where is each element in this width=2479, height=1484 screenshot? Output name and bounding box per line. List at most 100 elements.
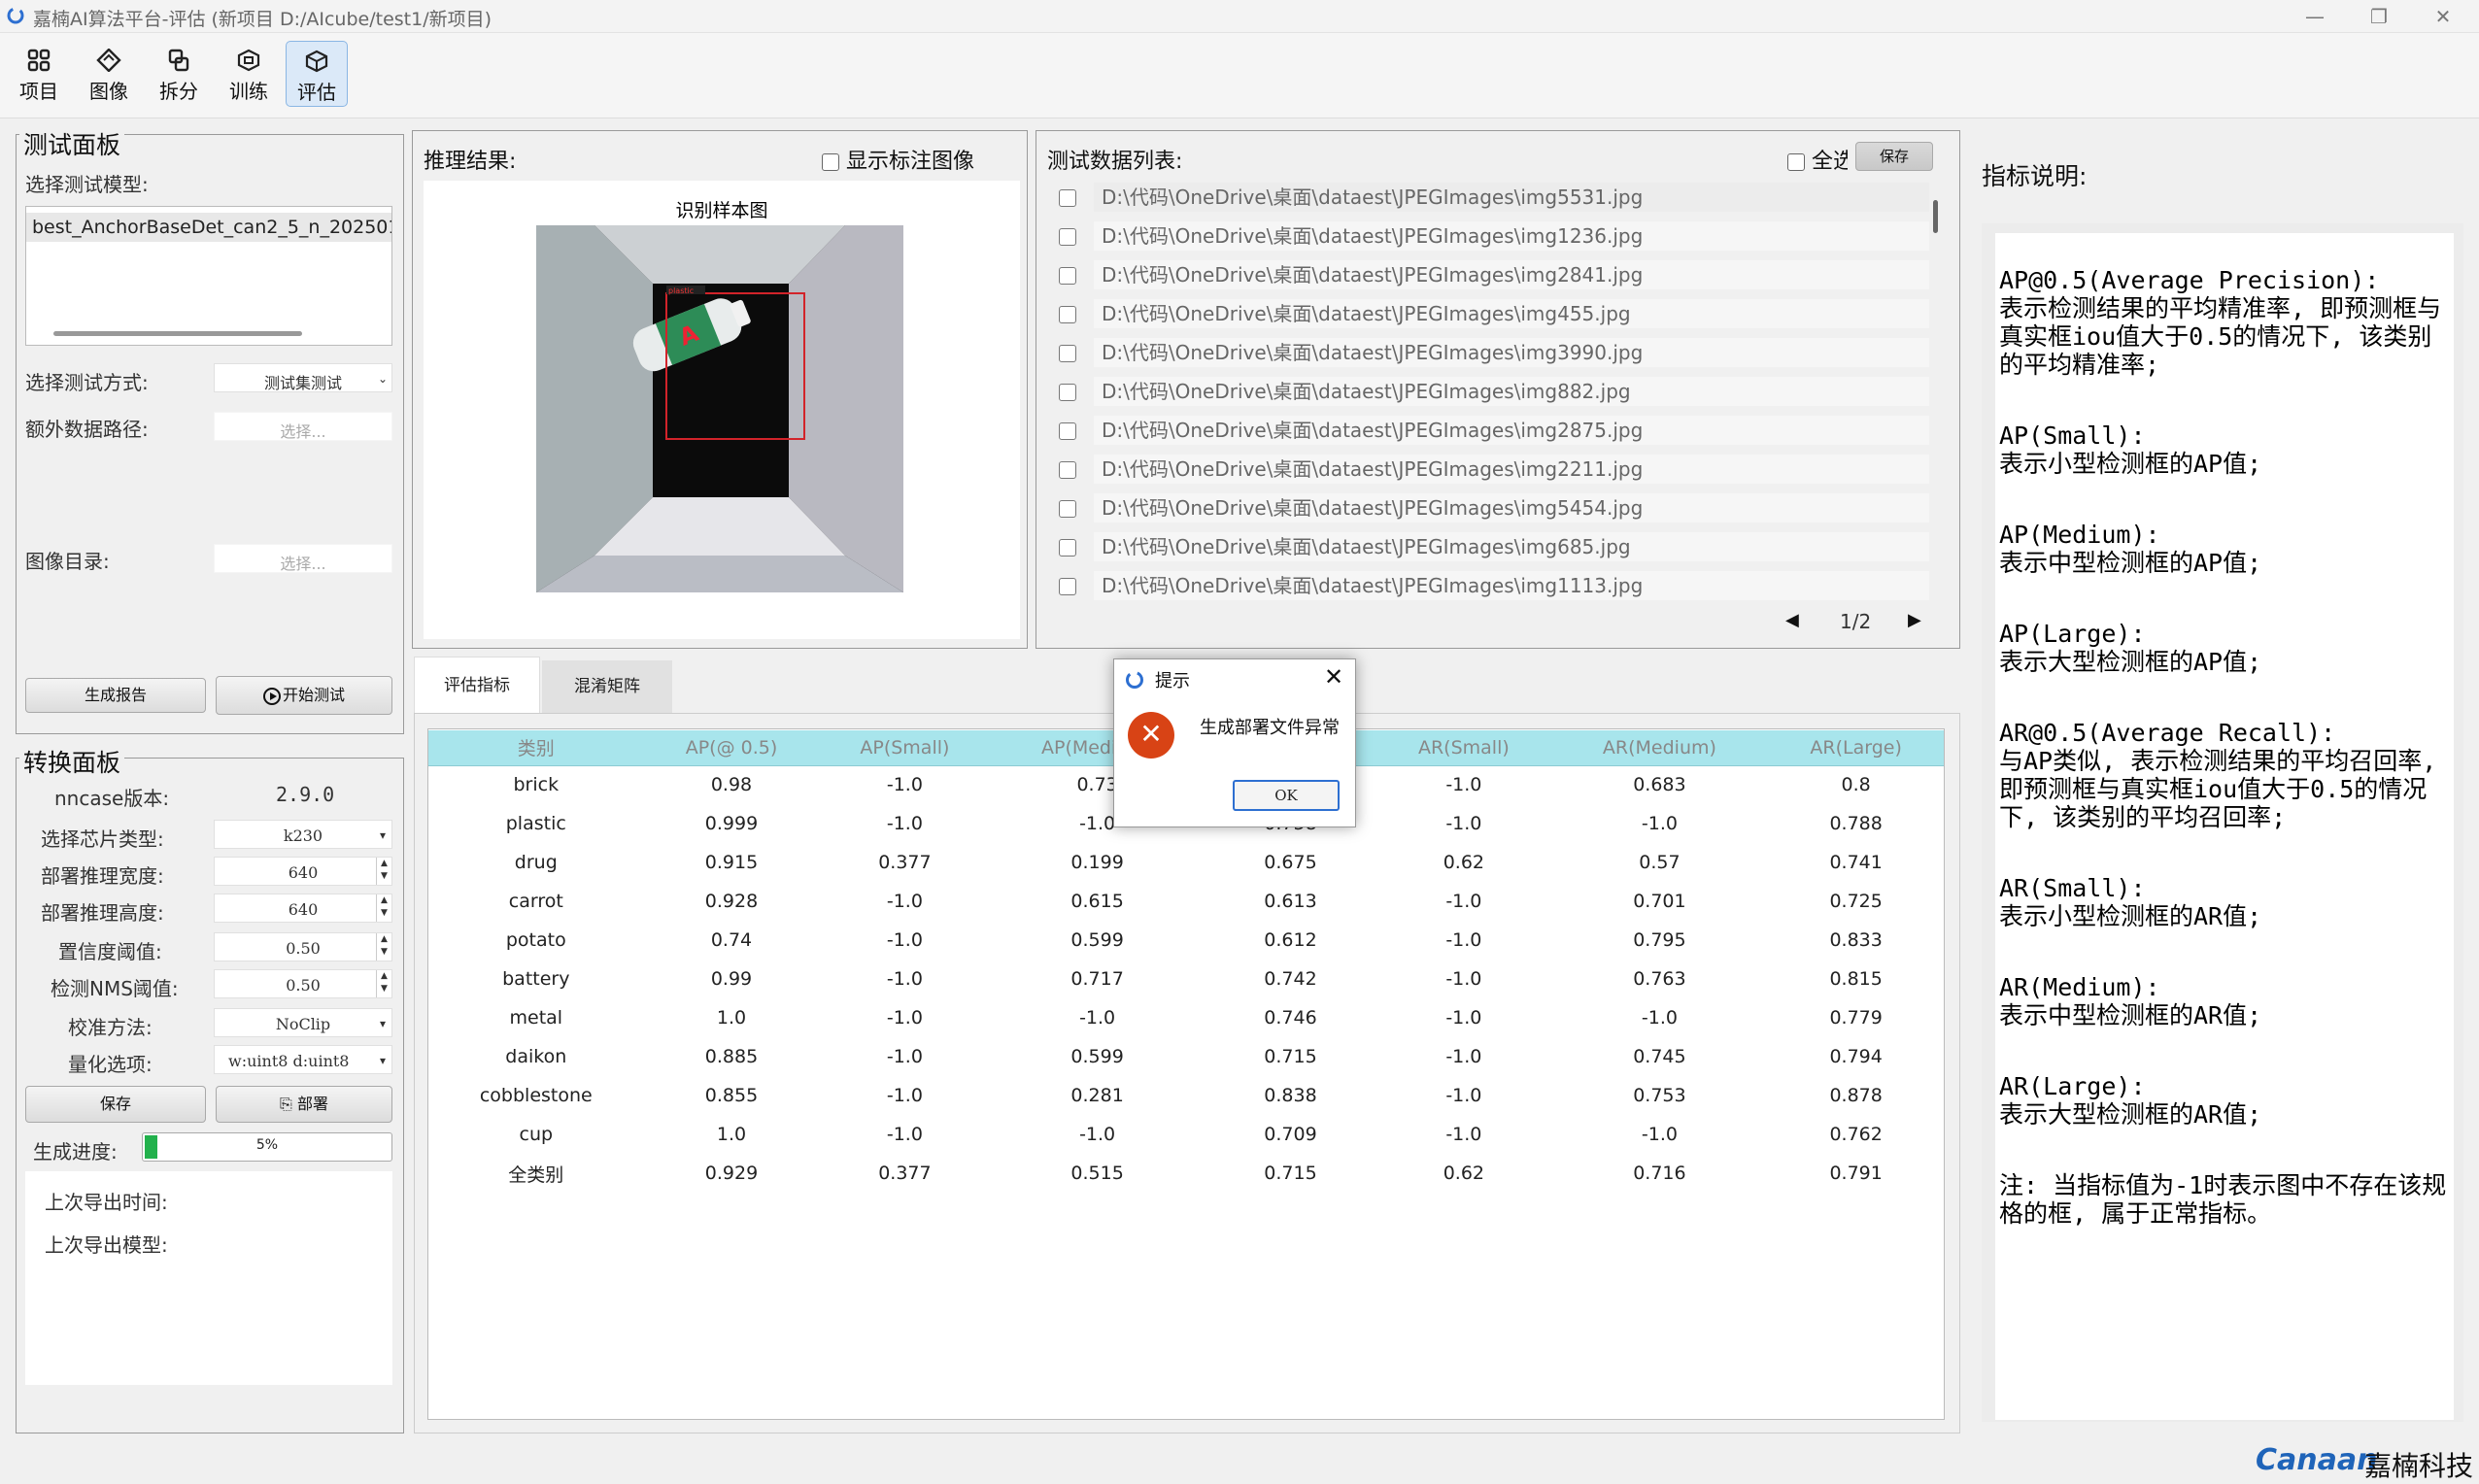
metric-help-paragraph: AR@0.5(Average Recall): 与AP类似, 表示检测结果的平均… xyxy=(1999,719,2437,831)
toolbar-train-button[interactable]: 训练 xyxy=(218,41,280,107)
file-checkbox[interactable] xyxy=(1059,578,1076,595)
file-list[interactable]: D:\代码\OneDrive\桌面\dataest\JPEGImages\img… xyxy=(1045,181,1929,600)
file-checkbox[interactable] xyxy=(1059,267,1076,285)
metrics-cell: 0.794 xyxy=(1829,1046,1883,1067)
test-method-select[interactable]: 测试集测试 ⌄ xyxy=(214,363,392,392)
confidence-spinbox[interactable]: 0.50 ▲ ▼ xyxy=(214,932,392,961)
quantization-value: w:uint8 d:uint8 xyxy=(228,1052,350,1070)
minimize-button[interactable]: — xyxy=(2291,2,2339,31)
show-annotation-checkbox[interactable] xyxy=(822,153,839,171)
metrics-cell: 0.753 xyxy=(1633,1085,1686,1106)
file-list-item[interactable]: D:\代码\OneDrive\桌面\dataest\JPEGImages\img… xyxy=(1045,258,1929,291)
file-path: D:\代码\OneDrive\桌面\dataest\JPEGImages\img… xyxy=(1094,338,1929,367)
spin-arrows-icon[interactable]: ▲ ▼ xyxy=(376,933,391,961)
select-all-checkbox[interactable] xyxy=(1787,153,1805,171)
toolbar-project-button[interactable]: 项目 xyxy=(8,41,70,107)
extra-path-picker[interactable]: 选择... xyxy=(214,412,392,441)
progress-label: 生成进度: xyxy=(33,1140,118,1164)
metrics-body: brick0.98-1.00.730.752-1.00.6830.8plasti… xyxy=(428,765,1944,1193)
file-checkbox[interactable] xyxy=(1059,384,1076,401)
test-method-label: 选择测试方式: xyxy=(25,371,149,394)
dialog-message: 生成部署文件异常 xyxy=(1200,718,1340,738)
metrics-cell: 0.762 xyxy=(1829,1124,1883,1145)
metrics-cell: carrot xyxy=(508,891,563,912)
close-window-button[interactable]: ✕ xyxy=(2419,2,2467,31)
datalist-save-button[interactable]: 保存 xyxy=(1855,142,1933,171)
prev-page-icon[interactable]: ◀ xyxy=(1785,610,1799,630)
file-path: D:\代码\OneDrive\桌面\dataest\JPEGImages\img… xyxy=(1094,221,1929,251)
chip-type-select[interactable]: k230 ▾ xyxy=(214,820,392,849)
calibration-select[interactable]: NoClip ▾ xyxy=(214,1008,392,1037)
file-list-item[interactable]: D:\代码\OneDrive\桌面\dataest\JPEGImages\img… xyxy=(1045,569,1929,600)
file-checkbox[interactable] xyxy=(1059,189,1076,207)
nms-spinbox[interactable]: 0.50 ▲ ▼ xyxy=(214,969,392,998)
dialog-close-icon[interactable]: ✕ xyxy=(1324,663,1343,691)
spin-arrows-icon[interactable]: ▲ ▼ xyxy=(376,970,391,997)
file-list-item[interactable]: D:\代码\OneDrive\桌面\dataest\JPEGImages\img… xyxy=(1045,336,1929,369)
metrics-cell: 0.715 xyxy=(1264,1046,1317,1067)
spin-arrows-icon[interactable]: ▲ ▼ xyxy=(376,858,391,885)
toolbar-train-label: 训练 xyxy=(229,80,268,103)
file-list-item[interactable]: D:\代码\OneDrive\桌面\dataest\JPEGImages\img… xyxy=(1045,181,1929,214)
show-annotation-toggle[interactable]: 显示标注图像 xyxy=(822,144,974,175)
metrics-row: carrot 0.928 -1.0 0.615 0.613 -1.0 0.701 0.725 xyxy=(428,882,1944,921)
file-checkbox[interactable] xyxy=(1059,228,1076,246)
start-test-button[interactable]: 开始测试 xyxy=(216,676,392,715)
spin-arrows-icon[interactable]: ▲ ▼ xyxy=(376,894,391,922)
file-list-item[interactable]: D:\代码\OneDrive\桌面\dataest\JPEGImages\img… xyxy=(1045,491,1929,524)
toolbar-evaluate-button[interactable]: 评估 xyxy=(286,41,348,107)
file-checkbox[interactable] xyxy=(1059,422,1076,440)
start-test-label: 开始测试 xyxy=(282,686,345,704)
save-convert-button[interactable]: 保存 xyxy=(25,1086,206,1123)
file-list-item[interactable]: D:\代码\OneDrive\桌面\dataest\JPEGImages\img… xyxy=(1045,375,1929,408)
model-list-scrollbar[interactable] xyxy=(53,331,302,336)
file-path: D:\代码\OneDrive\桌面\dataest\JPEGImages\img… xyxy=(1094,532,1929,561)
model-list[interactable]: best_AnchorBaseDet_can2_5_n_202501031 xyxy=(25,206,392,346)
file-list-item[interactable]: D:\代码\OneDrive\桌面\dataest\JPEGImages\img… xyxy=(1045,414,1929,447)
toolbar-image-button[interactable]: 图像 xyxy=(78,41,140,107)
toolbar-split-button[interactable]: 拆分 xyxy=(148,41,210,107)
tab-confusion-matrix[interactable]: 混淆矩阵 xyxy=(542,660,672,713)
quantization-select[interactable]: w:uint8 d:uint8 ▾ xyxy=(214,1045,392,1074)
metrics-cell: 0.855 xyxy=(704,1085,759,1106)
metric-help-paragraph: AR(Medium): 表示中型检测框的AR值; xyxy=(1999,973,2262,1029)
deploy-width-spinbox[interactable]: 640 ▲ ▼ xyxy=(214,857,392,886)
metrics-cell: -1.0 xyxy=(886,1046,923,1067)
deploy-button[interactable]: ⎘ 部署 xyxy=(216,1086,392,1123)
extra-path-label: 额外数据路径: xyxy=(25,418,149,441)
image-dir-picker[interactable]: 选择... xyxy=(214,544,392,573)
metrics-cell: 0.599 xyxy=(1070,929,1124,951)
file-checkbox[interactable] xyxy=(1059,539,1076,556)
metric-help-title: 指标说明: xyxy=(1982,162,2088,190)
metrics-row: daikon 0.885 -1.0 0.599 0.715 -1.0 0.745 0.794 xyxy=(428,1037,1944,1076)
split-icon xyxy=(168,49,189,72)
file-checkbox[interactable] xyxy=(1059,461,1076,479)
nncase-version-label: nncase版本: xyxy=(54,787,170,810)
file-checkbox[interactable] xyxy=(1059,306,1076,323)
file-list-item[interactable]: D:\代码\OneDrive\桌面\dataest\JPEGImages\img… xyxy=(1045,453,1929,486)
deploy-width-label: 部署推理宽度: xyxy=(41,864,164,888)
image-dir-label: 图像目录: xyxy=(25,550,110,573)
metrics-cell: -1.0 xyxy=(886,968,923,990)
model-list-item[interactable]: best_AnchorBaseDet_can2_5_n_202501031 xyxy=(26,213,391,242)
generate-report-button[interactable]: 生成报告 xyxy=(25,678,206,713)
metric-help-paragraph: AP(Large): 表示大型检测框的AP值; xyxy=(1999,620,2262,676)
metrics-cell: -1.0 xyxy=(1445,774,1482,796)
file-checkbox[interactable] xyxy=(1059,500,1076,518)
next-page-icon[interactable]: ▶ xyxy=(1908,610,1921,630)
file-list-item[interactable]: D:\代码\OneDrive\桌面\dataest\JPEGImages\img… xyxy=(1045,219,1929,253)
deploy-height-spinbox[interactable]: 640 ▲ ▼ xyxy=(214,894,392,923)
file-list-scrollbar[interactable] xyxy=(1933,200,1938,233)
metrics-cell: -1.0 xyxy=(1445,1007,1482,1029)
maximize-button[interactable]: ❐ xyxy=(2355,2,2403,31)
chip-type-label: 选择芯片类型: xyxy=(41,827,164,851)
metrics-column-header: AP(@ 0.5) xyxy=(643,730,820,766)
metrics-cell: 0.717 xyxy=(1070,968,1124,990)
file-list-item[interactable]: D:\代码\OneDrive\桌面\dataest\JPEGImages\img… xyxy=(1045,297,1929,330)
select-all-toggle[interactable]: 全选 xyxy=(1787,144,1848,175)
dialog-ok-button[interactable]: OK xyxy=(1233,780,1340,811)
file-checkbox[interactable] xyxy=(1059,345,1076,362)
tab-metrics[interactable]: 评估指标 xyxy=(414,657,540,713)
metrics-cell: -1.0 xyxy=(1079,1124,1116,1145)
file-list-item[interactable]: D:\代码\OneDrive\桌面\dataest\JPEGImages\img… xyxy=(1045,530,1929,563)
